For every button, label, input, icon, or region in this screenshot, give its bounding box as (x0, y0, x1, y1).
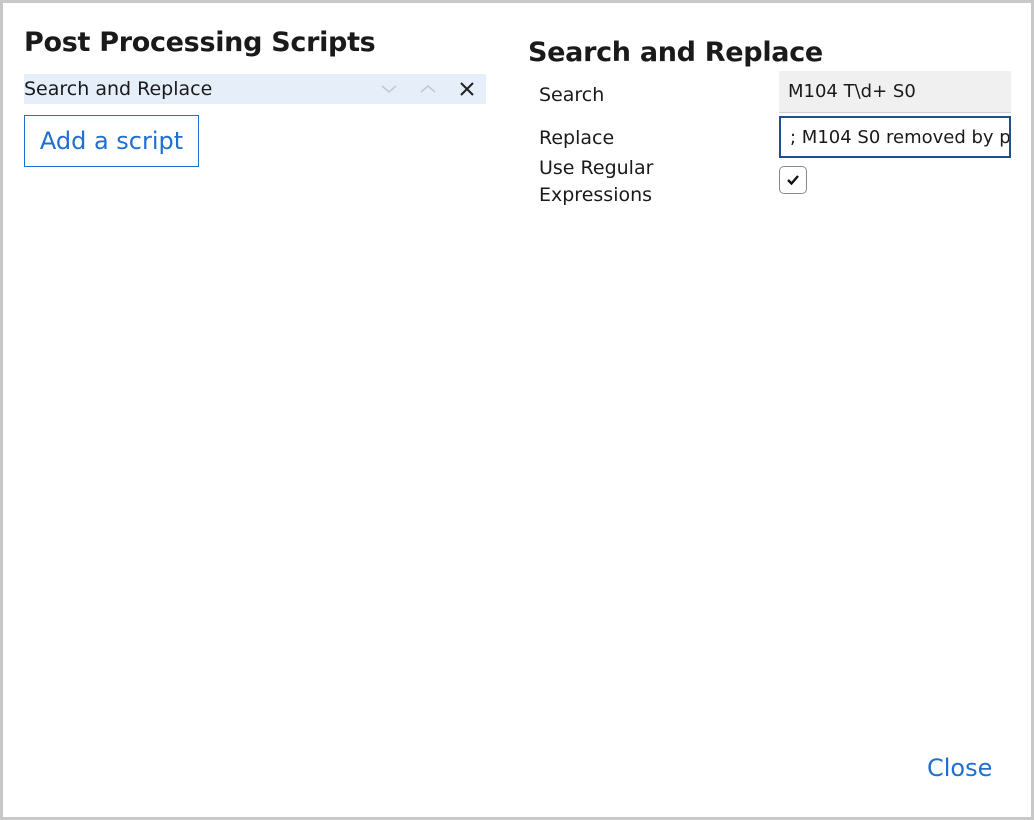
close-icon (459, 82, 474, 96)
chevron-down-icon (380, 85, 397, 94)
regex-label-line2: Expressions (539, 184, 653, 206)
add-script-button[interactable]: Add a script (24, 115, 199, 167)
search-label: Search (539, 84, 605, 106)
checkmark-icon (787, 175, 799, 186)
move-down-button[interactable] (369, 74, 408, 104)
remove-script-button[interactable] (447, 74, 486, 104)
dialog-title: Post Processing Scripts (24, 27, 376, 58)
post-processing-dialog: Post Processing Scripts Search and Repla… (0, 0, 1034, 820)
chevron-up-icon (419, 84, 436, 93)
close-button[interactable]: Close (927, 754, 992, 782)
replace-label: Replace (539, 127, 615, 149)
regex-label-line1: Use Regular (539, 157, 654, 179)
search-input[interactable]: M104 T\d+ S0 (779, 71, 1011, 113)
script-item-label: Search and Replace (24, 78, 213, 100)
move-up-button[interactable] (408, 74, 447, 104)
script-list-item[interactable]: Search and Replace (24, 74, 486, 104)
settings-title: Search and Replace (528, 37, 823, 68)
replace-input[interactable]: ; M104 S0 removed by post (779, 116, 1011, 158)
use-regex-checkbox[interactable] (779, 166, 807, 194)
